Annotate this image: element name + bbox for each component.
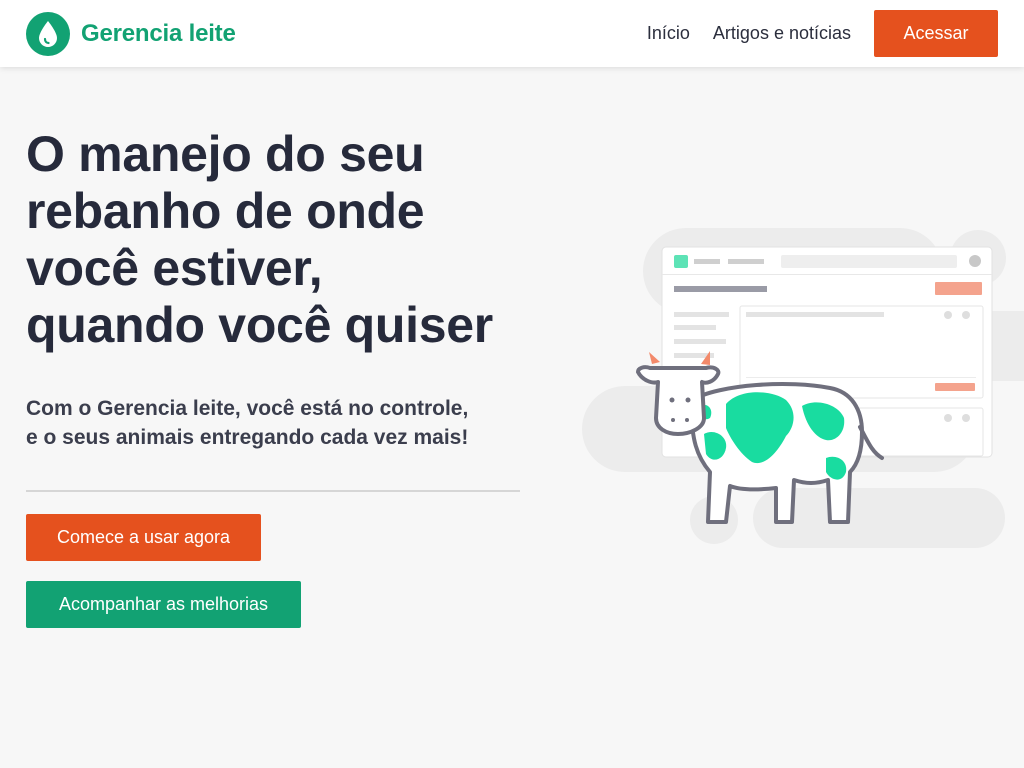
brand-name: Gerencia leite xyxy=(81,20,236,47)
cow-dashboard-illustration xyxy=(582,228,1024,548)
hero-subtitle-line: e o seus animais entregando cada vez mai… xyxy=(26,426,469,449)
main-nav: Início Artigos e notícias Acessar xyxy=(647,10,998,57)
nav-link-artigos[interactable]: Artigos e notícias xyxy=(713,10,851,57)
hero-title-line: quando você quiser xyxy=(26,297,493,353)
milk-drop-icon xyxy=(26,12,70,56)
start-now-button[interactable]: Comece a usar agora xyxy=(26,514,261,561)
hero-title: O manejo do seu rebanho de onde você est… xyxy=(26,126,546,354)
hero-title-line: O manejo do seu xyxy=(26,126,425,182)
login-button[interactable]: Acessar xyxy=(874,10,998,57)
brand-logo-link[interactable]: Gerencia leite xyxy=(26,12,236,56)
hero-subtitle-line: Com o Gerencia leite, você está no contr… xyxy=(26,397,469,420)
site-header: Gerencia leite Início Artigos e notícias… xyxy=(0,0,1024,67)
hero-title-line: rebanho de onde xyxy=(26,183,425,239)
nav-link-inicio[interactable]: Início xyxy=(647,10,690,57)
follow-improvements-button[interactable]: Acompanhar as melhorias xyxy=(26,581,301,628)
hero-divider xyxy=(26,490,520,492)
hero-subtitle: Com o Gerencia leite, você está no contr… xyxy=(26,394,546,452)
hero-title-line: você estiver, xyxy=(26,240,323,296)
